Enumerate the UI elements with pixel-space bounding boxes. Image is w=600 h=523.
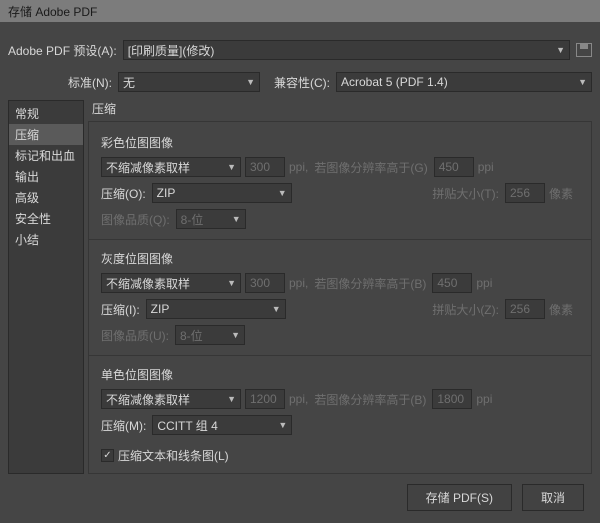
gray-tile-label: 拼贴大小(Z): <box>432 301 499 318</box>
color-ppi1-input[interactable]: 300 <box>245 157 285 177</box>
preset-value: [印刷质量](修改) <box>128 42 215 59</box>
chevron-down-icon: ▼ <box>556 45 565 55</box>
chevron-down-icon: ▼ <box>578 77 587 87</box>
compress-text-label: 压缩文本和线条图(L) <box>118 447 229 464</box>
gray-section-title: 灰度位图图像 <box>101 250 579 267</box>
gray-comp-select[interactable]: ZIP ▼ <box>146 299 286 319</box>
compress-text-checkbox[interactable]: ✓ <box>101 449 114 462</box>
preset-label: Adobe PDF 预设(A): <box>8 42 117 59</box>
chevron-down-icon: ▼ <box>272 304 281 314</box>
sidebar-item-output[interactable]: 输出 <box>9 166 83 187</box>
color-downsample-select[interactable]: 不缩减像素取样 ▼ <box>101 157 241 177</box>
standard-select[interactable]: 无 ▼ <box>118 72 260 92</box>
window-titlebar: 存储 Adobe PDF <box>0 0 600 22</box>
chevron-down-icon: ▼ <box>278 188 287 198</box>
sidebar: 常规 压缩 标记和出血 输出 高级 安全性 小结 <box>8 100 84 474</box>
panel-body: 彩色位图图像 不缩减像素取样 ▼ 300 ppi, 若图像分辨率高于(G) 45… <box>88 121 592 474</box>
chevron-down-icon: ▼ <box>231 330 240 340</box>
color-quality-select[interactable]: 8-位 ▼ <box>176 209 246 229</box>
mono-section-title: 单色位图图像 <box>101 366 579 383</box>
chevron-down-icon: ▼ <box>246 77 255 87</box>
mono-downsample-select[interactable]: 不缩减像素取样 ▼ <box>101 389 241 409</box>
color-section-title: 彩色位图图像 <box>101 134 579 151</box>
color-comp-select[interactable]: ZIP ▼ <box>152 183 292 203</box>
gray-comp-label: 压缩(I): <box>101 301 140 318</box>
sidebar-item-compression[interactable]: 压缩 <box>9 124 83 145</box>
gray-ppi2-input[interactable]: 450 <box>432 273 472 293</box>
mono-ppi1-input[interactable]: 1200 <box>245 389 285 409</box>
gray-quality-select[interactable]: 8-位 ▼ <box>175 325 245 345</box>
color-comp-label: 压缩(O): <box>101 185 146 202</box>
sidebar-item-summary[interactable]: 小结 <box>9 229 83 250</box>
window-title: 存储 Adobe PDF <box>8 5 97 19</box>
standard-value: 无 <box>123 74 135 91</box>
gray-ppi1-input[interactable]: 300 <box>245 273 285 293</box>
chevron-down-icon: ▼ <box>227 162 236 172</box>
color-ppi2-input[interactable]: 450 <box>434 157 474 177</box>
color-tile-input[interactable]: 256 <box>505 183 545 203</box>
sidebar-item-general[interactable]: 常规 <box>9 103 83 124</box>
cancel-button[interactable]: 取消 <box>522 484 584 511</box>
sidebar-item-security[interactable]: 安全性 <box>9 208 83 229</box>
sidebar-item-marks[interactable]: 标记和出血 <box>9 145 83 166</box>
preset-select[interactable]: [印刷质量](修改) ▼ <box>123 40 570 60</box>
sidebar-item-advanced[interactable]: 高级 <box>9 187 83 208</box>
gray-tile-input[interactable]: 256 <box>505 299 545 319</box>
mono-comp-label: 压缩(M): <box>101 417 146 434</box>
mono-ppi2-input[interactable]: 1800 <box>432 389 472 409</box>
color-tile-label: 拼贴大小(T): <box>432 185 499 202</box>
chevron-down-icon: ▼ <box>227 278 236 288</box>
save-pdf-button[interactable]: 存储 PDF(S) <box>407 484 512 511</box>
save-preset-icon[interactable] <box>576 43 592 57</box>
standard-label: 标准(N): <box>68 74 112 91</box>
chevron-down-icon: ▼ <box>232 214 241 224</box>
gray-quality-label: 图像品质(U): <box>101 327 169 344</box>
footer: 存储 PDF(S) 取消 <box>8 474 592 515</box>
mono-comp-select[interactable]: CCITT 组 4 ▼ <box>152 415 292 435</box>
chevron-down-icon: ▼ <box>227 394 236 404</box>
content-area: Adobe PDF 预设(A): [印刷质量](修改) ▼ 标准(N): 无 ▼… <box>0 22 600 523</box>
panel-title: 压缩 <box>88 100 592 117</box>
compat-select[interactable]: Acrobat 5 (PDF 1.4) ▼ <box>336 72 592 92</box>
chevron-down-icon: ▼ <box>278 420 287 430</box>
gray-downsample-select[interactable]: 不缩减像素取样 ▼ <box>101 273 241 293</box>
panel: 压缩 彩色位图图像 不缩减像素取样 ▼ 300 ppi, 若图像分辨率高于(G)… <box>88 100 592 474</box>
compat-label: 兼容性(C): <box>274 74 330 91</box>
color-quality-label: 图像品质(Q): <box>101 211 170 228</box>
compat-value: Acrobat 5 (PDF 1.4) <box>341 75 448 89</box>
divider <box>89 239 591 240</box>
divider <box>89 355 591 356</box>
